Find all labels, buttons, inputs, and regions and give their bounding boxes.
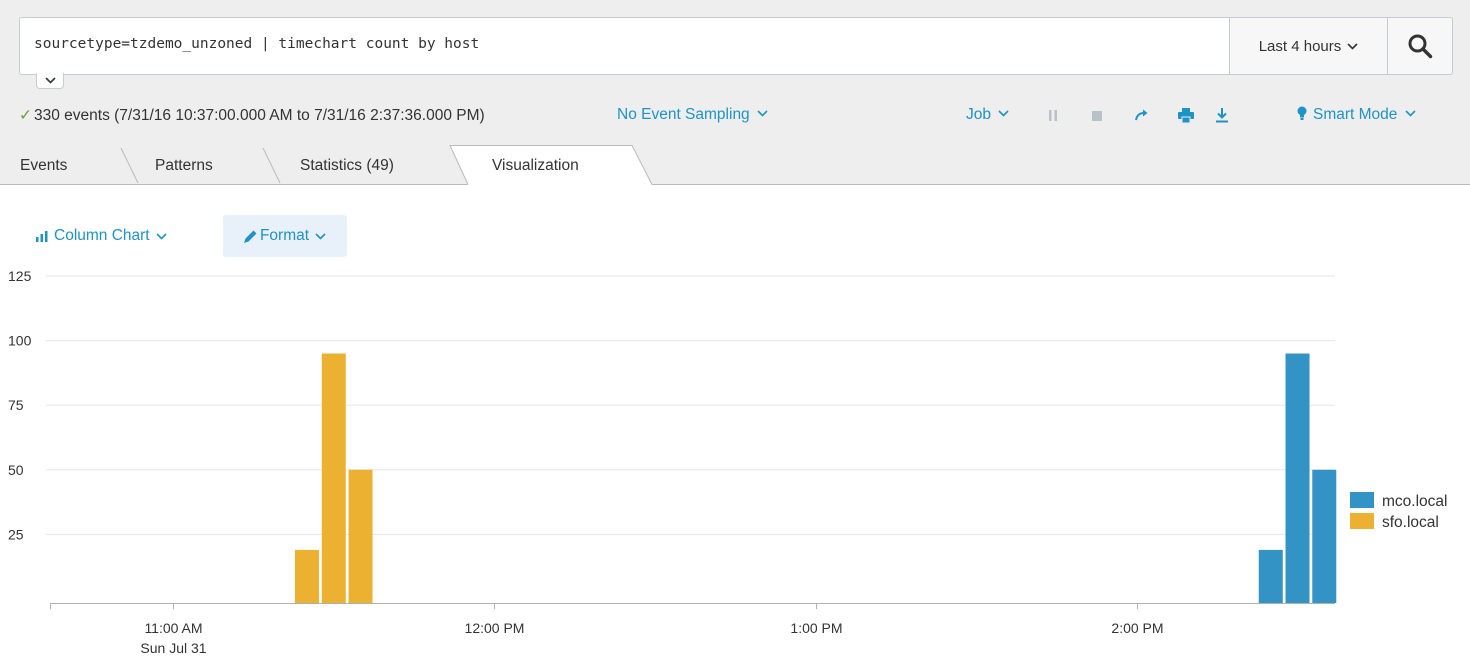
y-tick-label: 75 — [8, 397, 24, 413]
pencil-icon — [243, 230, 257, 243]
search-input[interactable]: sourcetype=tzdemo_unzoned | timechart co… — [19, 17, 1230, 75]
y-tick-label: 100 — [8, 333, 32, 349]
legend-swatch — [1350, 513, 1374, 529]
x-tick-label: 1:00 PM — [790, 620, 842, 636]
events-summary: ✓ 330 events (7/31/16 10:37:00.000 AM to … — [19, 106, 485, 125]
search-area: sourcetype=tzdemo_unzoned | timechart co… — [0, 0, 1470, 145]
tab-events[interactable]: Events — [20, 157, 67, 175]
column-chart: 255075100125 11:00 AMSun Jul 3112:00 PM 1… — [8, 270, 1447, 656]
chart-type-dropdown[interactable]: Column Chart — [36, 215, 167, 257]
download-icon[interactable] — [1215, 108, 1229, 123]
visualization-controls: Column Chart Format — [0, 215, 400, 257]
chart-bar[interactable] — [1312, 469, 1337, 603]
events-summary-text: 330 events (7/31/16 10:37:00.000 AM to 7… — [34, 107, 485, 124]
legend-label[interactable]: mco.local — [1382, 493, 1447, 510]
x-tick-label: 2:00 PM — [1111, 620, 1163, 636]
expand-search-toggle[interactable] — [36, 73, 64, 89]
job-status-bar: ✓ 330 events (7/31/16 10:37:00.000 AM to … — [0, 100, 1470, 132]
search-mode-label: Smart Mode — [1313, 106, 1398, 123]
magnifier-icon — [1408, 34, 1433, 59]
tab-statistics[interactable]: Statistics (49) — [300, 157, 394, 175]
format-label: Format — [259, 227, 310, 244]
y-tick-label: 125 — [8, 270, 32, 284]
job-menu[interactable]: Job — [966, 106, 1009, 124]
search-button[interactable] — [1387, 17, 1453, 75]
stop-icon[interactable] — [1092, 111, 1102, 121]
chevron-down-icon — [757, 110, 768, 117]
chevron-down-icon — [44, 77, 56, 84]
chart-bar[interactable] — [1285, 353, 1310, 603]
tab-visualization[interactable]: Visualization — [492, 157, 579, 175]
legend-swatch — [1350, 492, 1374, 508]
time-range-label: Last 4 hours — [1258, 37, 1342, 55]
results-tabs: Events Patterns Statistics (49) Visualiz… — [0, 145, 1470, 185]
chevron-down-icon — [1347, 42, 1358, 50]
share-icon[interactable] — [1134, 108, 1148, 122]
chevron-down-icon — [998, 110, 1009, 117]
chart-bar[interactable] — [295, 549, 319, 603]
chevron-down-icon — [315, 232, 326, 240]
chevron-down-icon — [156, 232, 167, 240]
chart-type-label: Column Chart — [54, 227, 150, 244]
x-tick-label: 12:00 PM — [465, 620, 525, 636]
y-tick-label: 25 — [8, 526, 24, 542]
search-mode-dropdown[interactable]: Smart Mode — [1297, 106, 1416, 124]
job-menu-label: Job — [966, 106, 991, 123]
check-icon: ✓ — [19, 107, 32, 124]
x-tick-label: 11:00 AM — [144, 620, 202, 636]
y-tick-label: 50 — [8, 462, 24, 478]
print-icon[interactable] — [1178, 108, 1194, 123]
x-tick-date-label: Sun Jul 31 — [140, 640, 206, 656]
chart-grid — [46, 275, 1335, 535]
bar-chart-icon — [36, 230, 48, 242]
event-sampling-dropdown[interactable]: No Event Sampling — [617, 106, 768, 124]
y-axis-labels: 25 50 75 100 125 — [8, 270, 32, 542]
tabs-background — [0, 145, 1470, 185]
x-axis: 11:00 AM Sun Jul 31 12:00 PM 1:00 PM 2:00 PM — [50, 603, 1335, 656]
chart-bar[interactable] — [348, 469, 373, 603]
chevron-down-icon — [1405, 110, 1416, 117]
lightbulb-icon — [1297, 106, 1307, 120]
pause-icon[interactable] — [1048, 110, 1058, 121]
chart-bars — [295, 353, 1337, 603]
search-query-text[interactable]: sourcetype=tzdemo_unzoned | timechart co… — [34, 36, 479, 52]
time-range-picker[interactable]: Last 4 hours — [1229, 17, 1388, 75]
chart-legend: mco.local sfo.local — [1350, 492, 1447, 531]
format-dropdown[interactable]: Format — [223, 215, 347, 257]
legend-label[interactable]: sfo.local — [1382, 514, 1439, 531]
chart-bar[interactable] — [321, 353, 346, 603]
tab-patterns[interactable]: Patterns — [155, 157, 213, 175]
event-sampling-label: No Event Sampling — [617, 106, 750, 123]
chart-bar[interactable] — [1258, 549, 1283, 603]
